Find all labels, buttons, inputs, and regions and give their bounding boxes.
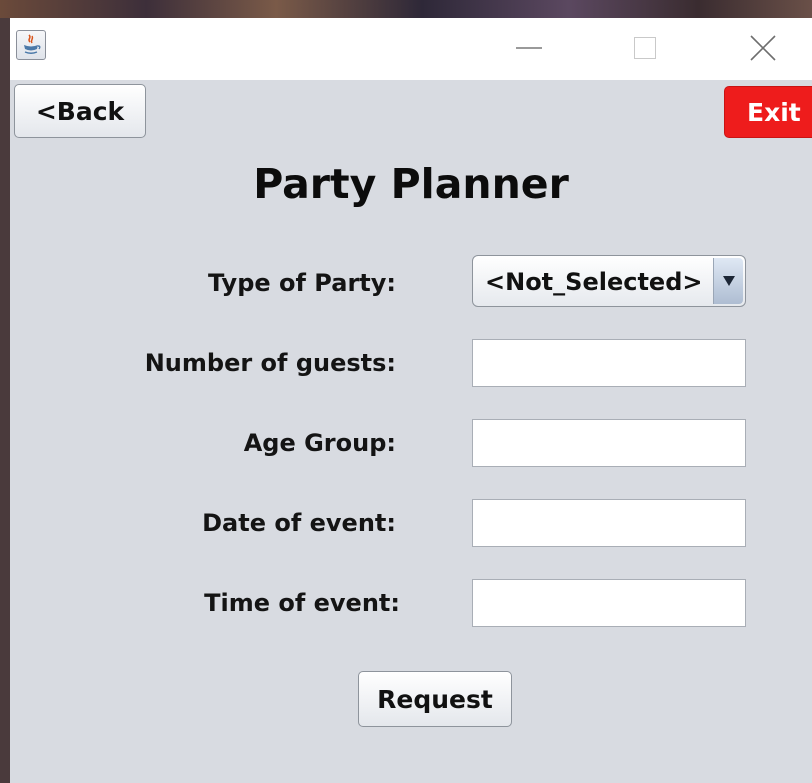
minimize-icon (516, 47, 542, 49)
minimize-button[interactable] (494, 18, 564, 80)
desktop-background-strip (0, 0, 812, 18)
maximize-icon (634, 37, 656, 59)
request-button[interactable]: Request (358, 671, 512, 727)
type-of-party-dropdown[interactable]: <Not_Selected> (472, 255, 746, 307)
time-of-event-field[interactable] (472, 579, 746, 627)
time-of-event-label: Time of event: (204, 589, 400, 617)
page-title: Party Planner (253, 160, 569, 208)
number-of-guests-field[interactable] (472, 339, 746, 387)
back-button[interactable]: <Back (14, 84, 146, 138)
date-of-event-field[interactable] (472, 499, 746, 547)
type-of-party-selected-value: <Not_Selected> (485, 268, 703, 296)
number-of-guests-label: Number of guests: (144, 349, 396, 377)
type-of-party-label: Type of Party: (208, 269, 396, 297)
close-button[interactable] (728, 18, 798, 80)
date-of-event-label: Date of event: (202, 509, 396, 537)
age-group-field[interactable] (472, 419, 746, 467)
chevron-down-icon[interactable] (713, 258, 743, 304)
java-icon (16, 30, 46, 60)
close-icon (750, 35, 776, 61)
title-bar (10, 18, 812, 80)
exit-button[interactable]: Exit (724, 86, 812, 138)
app-window: <Back Exit Party Planner Type of Party: … (10, 18, 812, 783)
age-group-label: Age Group: (243, 429, 396, 457)
maximize-button[interactable] (610, 18, 680, 80)
